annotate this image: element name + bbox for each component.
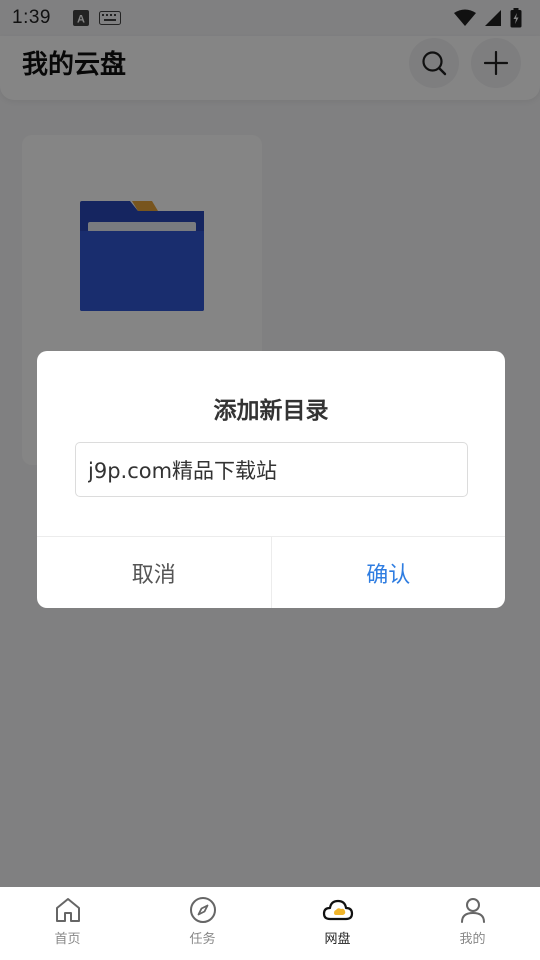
- nav-item-cloud[interactable]: 网盘: [270, 887, 405, 960]
- nav-item-home[interactable]: 首页: [0, 887, 135, 960]
- home-icon: [55, 898, 80, 922]
- nav-item-mine[interactable]: 我的: [405, 887, 540, 960]
- nav-label: 首页: [54, 932, 81, 947]
- dialog-title: 添加新目录: [213, 398, 329, 424]
- cloud-icon: [322, 899, 353, 921]
- directory-name-input[interactable]: [75, 442, 468, 497]
- dialog-actions: 取消 确认: [37, 536, 505, 608]
- bottom-nav: 首页 任务 网盘 我的: [0, 887, 540, 960]
- nav-item-tasks[interactable]: 任务: [135, 887, 270, 960]
- add-directory-dialog: 添加新目录 取消 确认: [37, 351, 505, 608]
- cancel-button[interactable]: 取消: [37, 537, 272, 608]
- nav-label: 网盘: [324, 932, 351, 947]
- confirm-button[interactable]: 确认: [272, 537, 506, 608]
- compass-icon: [189, 897, 216, 923]
- nav-label: 我的: [459, 932, 486, 947]
- nav-label: 任务: [189, 932, 216, 947]
- person-icon: [460, 898, 485, 923]
